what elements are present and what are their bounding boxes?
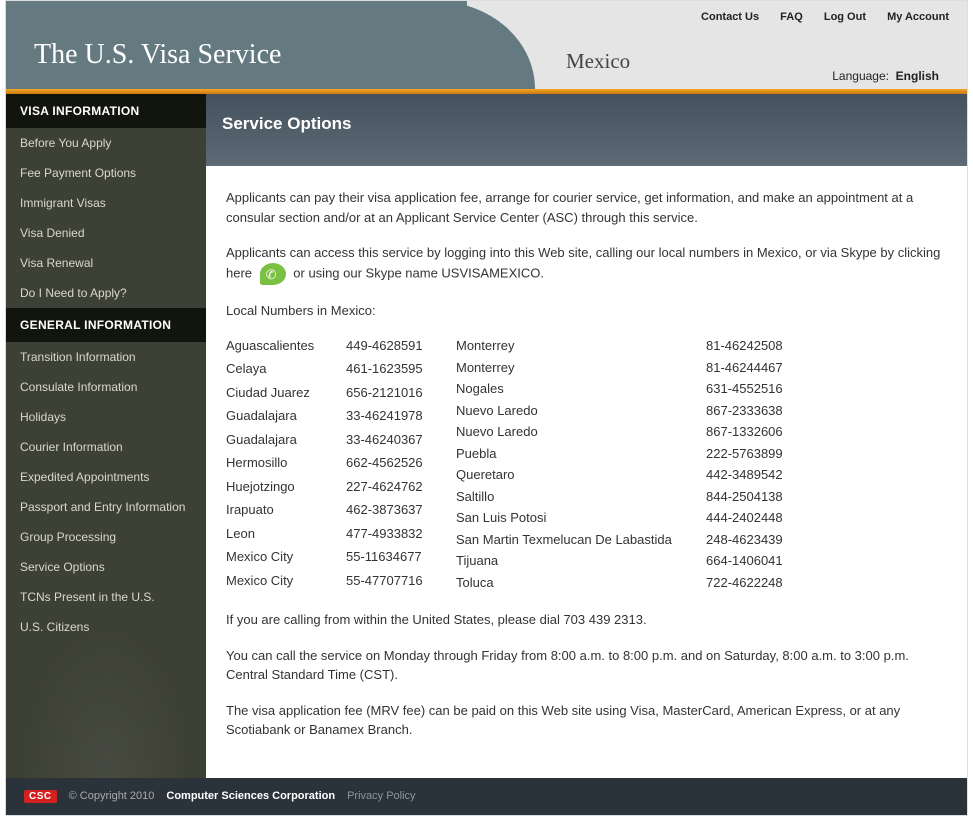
- phone-city: Huejotzingo: [226, 477, 346, 498]
- phone-city: Puebla: [456, 444, 706, 464]
- main-content: Service Options Applicants can pay their…: [206, 94, 967, 778]
- phone-city: Guadalajara: [226, 430, 346, 451]
- phone-city: Monterrey: [456, 358, 706, 378]
- country-label: Mexico: [566, 49, 630, 74]
- phone-city: Guadalajara: [226, 406, 346, 427]
- sidebar: VISA INFORMATION Before You Apply Fee Pa…: [6, 94, 206, 778]
- contact-us-link[interactable]: Contact Us: [701, 11, 759, 23]
- sidebar-item[interactable]: Before You Apply: [6, 128, 206, 158]
- phone-number: 444-2402448: [706, 508, 826, 528]
- language-label: Language:: [832, 69, 889, 83]
- phone-city: Monterrey: [456, 336, 706, 356]
- phone-numbers-table: Aguascalientes449-4628591Celaya461-16235…: [226, 336, 947, 592]
- phone-number: 55-47707716: [346, 571, 456, 592]
- sidebar-item[interactable]: Service Options: [6, 552, 206, 582]
- sidebar-item[interactable]: Passport and Entry Information: [6, 492, 206, 522]
- skype-icon[interactable]: [260, 263, 286, 285]
- sidebar-item[interactable]: U.S. Citizens: [6, 612, 206, 642]
- phone-city: Nogales: [456, 379, 706, 399]
- sidebar-item[interactable]: Transition Information: [6, 342, 206, 372]
- phone-city: Leon: [226, 524, 346, 545]
- sidebar-section-visa-info: VISA INFORMATION: [6, 94, 206, 128]
- phone-number: 477-4933832: [346, 524, 456, 545]
- my-account-link[interactable]: My Account: [887, 11, 949, 23]
- phone-number: 662-4562526: [346, 453, 456, 474]
- top-links: Contact Us FAQ Log Out My Account: [683, 11, 949, 23]
- phone-number: 222-5763899: [706, 444, 826, 464]
- phone-number: 248-4623439: [706, 530, 826, 550]
- privacy-policy-link[interactable]: Privacy Policy: [347, 790, 415, 802]
- page-title: Service Options: [222, 114, 951, 134]
- phone-city: Aguascalientes: [226, 336, 346, 357]
- phone-number: 722-4622248: [706, 573, 826, 593]
- phone-number: 844-2504138: [706, 487, 826, 507]
- sidebar-list-visa: Before You Apply Fee Payment Options Imm…: [6, 128, 206, 308]
- us-dial-note: If you are calling from within the Unite…: [226, 610, 947, 630]
- site-title: The U.S. Visa Service: [34, 39, 281, 71]
- phone-number: 442-3489542: [706, 465, 826, 485]
- phone-number: 656-2121016: [346, 383, 456, 404]
- corporation-name: Computer Sciences Corporation: [166, 790, 335, 802]
- phone-city: Nuevo Laredo: [456, 401, 706, 421]
- phone-number: 462-3873637: [346, 500, 456, 521]
- header: The U.S. Visa Service Mexico Contact Us …: [6, 1, 967, 89]
- logout-link[interactable]: Log Out: [824, 11, 866, 23]
- sidebar-item[interactable]: Group Processing: [6, 522, 206, 552]
- language-selector[interactable]: Language: English: [832, 69, 939, 83]
- sidebar-item[interactable]: Visa Denied: [6, 218, 206, 248]
- faq-link[interactable]: FAQ: [780, 11, 803, 23]
- sidebar-item[interactable]: Consulate Information: [6, 372, 206, 402]
- intro-paragraph-1: Applicants can pay their visa applicatio…: [226, 188, 947, 227]
- csc-logo: CSC: [24, 790, 57, 803]
- phone-number: 631-4552516: [706, 379, 826, 399]
- phone-number: 461-1623595: [346, 359, 456, 380]
- phone-number: 449-4628591: [346, 336, 456, 357]
- sidebar-item[interactable]: TCNs Present in the U.S.: [6, 582, 206, 612]
- sidebar-item[interactable]: Expedited Appointments: [6, 462, 206, 492]
- sidebar-item[interactable]: Do I Need to Apply?: [6, 278, 206, 308]
- phone-city: Toluca: [456, 573, 706, 593]
- phone-city: Celaya: [226, 359, 346, 380]
- phone-number: 33-46241978: [346, 406, 456, 427]
- language-value[interactable]: English: [896, 69, 939, 83]
- phone-city: Irapuato: [226, 500, 346, 521]
- sidebar-item[interactable]: Visa Renewal: [6, 248, 206, 278]
- intro-paragraph-2: Applicants can access this service by lo…: [226, 243, 947, 285]
- sidebar-section-general-info: GENERAL INFORMATION: [6, 308, 206, 342]
- phone-number: 81-46242508: [706, 336, 826, 356]
- phone-city: Hermosillo: [226, 453, 346, 474]
- copyright-text: © Copyright 2010: [69, 790, 155, 802]
- phone-city: Ciudad Juarez: [226, 383, 346, 404]
- phone-city: Tijuana: [456, 551, 706, 571]
- phone-number: 867-1332606: [706, 422, 826, 442]
- phone-number: 33-46240367: [346, 430, 456, 451]
- hours-note: You can call the service on Monday throu…: [226, 646, 947, 685]
- local-numbers-label: Local Numbers in Mexico:: [226, 301, 947, 321]
- sidebar-item[interactable]: Courier Information: [6, 432, 206, 462]
- sidebar-list-general: Transition Information Consulate Informa…: [6, 342, 206, 642]
- phone-number: 55-11634677: [346, 547, 456, 568]
- phone-city: San Martin Texmelucan De Labastida: [456, 530, 706, 550]
- phone-number: 867-2333638: [706, 401, 826, 421]
- phone-city: Nuevo Laredo: [456, 422, 706, 442]
- sidebar-item[interactable]: Holidays: [6, 402, 206, 432]
- phone-city: Queretaro: [456, 465, 706, 485]
- phone-number: 227-4624762: [346, 477, 456, 498]
- sidebar-item[interactable]: Immigrant Visas: [6, 188, 206, 218]
- phone-city: Mexico City: [226, 571, 346, 592]
- footer: CSC © Copyright 2010 Computer Sciences C…: [6, 778, 967, 815]
- sidebar-item[interactable]: Fee Payment Options: [6, 158, 206, 188]
- fee-note: The visa application fee (MRV fee) can b…: [226, 701, 947, 740]
- phone-city: Saltillo: [456, 487, 706, 507]
- phone-number: 664-1406041: [706, 551, 826, 571]
- phone-number: 81-46244467: [706, 358, 826, 378]
- phone-city: San Luis Potosi: [456, 508, 706, 528]
- phone-city: Mexico City: [226, 547, 346, 568]
